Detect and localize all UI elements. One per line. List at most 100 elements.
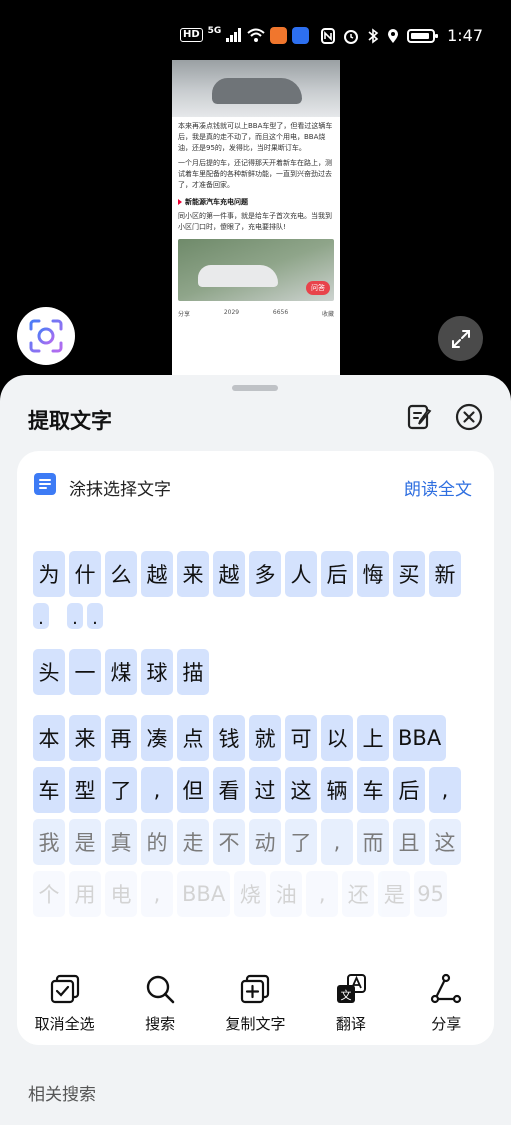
text-chip[interactable]: 了: [105, 767, 137, 813]
text-chip[interactable]: 来: [177, 551, 209, 597]
preview-section-heading: 新能源汽车充电问题: [172, 191, 340, 207]
drag-handle[interactable]: [232, 385, 278, 391]
text-chip[interactable]: 什: [69, 551, 101, 597]
text-chip[interactable]: BBA: [393, 715, 447, 761]
text-chip[interactable]: 人: [285, 551, 317, 597]
text-chip[interactable]: ,: [429, 767, 461, 813]
text-chip[interactable]: 95: [414, 871, 447, 917]
text-chip[interactable]: 钱: [213, 715, 245, 761]
chip-row-5: 车 型 了 , 但 看 过 这 辆 车 后 ,: [33, 767, 483, 813]
text-chip[interactable]: 用: [69, 871, 101, 917]
alarm-icon: [344, 29, 359, 44]
text-chip[interactable]: 越: [213, 551, 245, 597]
translate-button[interactable]: 文 翻译: [303, 961, 398, 1045]
text-chip[interactable]: 这: [429, 819, 461, 865]
text-chip[interactable]: 买: [393, 551, 425, 597]
lens-icon: [29, 319, 63, 353]
text-chip[interactable]: 车: [357, 767, 389, 813]
deselect-all-label: 取消全选: [34, 1015, 95, 1033]
text-chip[interactable]: 越: [141, 551, 173, 597]
text-chip[interactable]: 是: [69, 819, 101, 865]
text-chip[interactable]: 不: [213, 819, 245, 865]
ai-lens-button[interactable]: [17, 307, 75, 365]
copy-text-button[interactable]: 复制文字: [208, 961, 303, 1045]
text-chip[interactable]: 是: [378, 871, 411, 917]
preview-likes[interactable]: 6656: [273, 309, 288, 318]
text-chip[interactable]: 油: [270, 871, 303, 917]
text-chip[interactable]: 辆: [321, 767, 353, 813]
text-chip[interactable]: 过: [249, 767, 281, 813]
text-chip[interactable]: 但: [177, 767, 209, 813]
text-chip[interactable]: 后: [321, 551, 353, 597]
text-chip[interactable]: .: [67, 603, 83, 629]
read-all-button[interactable]: 朗读全文: [404, 475, 472, 500]
deselect-all-button[interactable]: 取消全选: [17, 961, 112, 1045]
text-chip[interactable]: 么: [105, 551, 137, 597]
preview-paragraph-2: 一个月后提的车，还记得那天开着新车在路上，测试着车里配备的各种新鲜功能，一直到兴…: [178, 159, 332, 189]
text-chip[interactable]: 为: [33, 551, 65, 597]
text-chip[interactable]: 新: [429, 551, 461, 597]
text-chip[interactable]: 描: [177, 649, 209, 695]
text-chip[interactable]: .: [33, 603, 49, 629]
text-chip[interactable]: 车: [33, 767, 65, 813]
text-chip[interactable]: 看: [213, 767, 245, 813]
text-chip[interactable]: 悔: [357, 551, 389, 597]
text-chip[interactable]: 头: [33, 649, 65, 695]
text-chip[interactable]: 走: [177, 819, 209, 865]
text-chip[interactable]: 真: [105, 819, 137, 865]
text-chip[interactable]: 煤: [105, 649, 137, 695]
text-chip[interactable]: 就: [249, 715, 281, 761]
preview-favorite[interactable]: 收藏: [322, 309, 334, 318]
preview-action-bar: 分享 2029 6656 收藏: [172, 301, 340, 318]
ask-badge[interactable]: 问答: [306, 281, 330, 295]
car-image-charging: 问答: [178, 239, 334, 301]
text-chip[interactable]: 还: [342, 871, 375, 917]
text-chip[interactable]: 的: [141, 819, 173, 865]
text-chip[interactable]: 凑: [141, 715, 173, 761]
text-chip[interactable]: 我: [33, 819, 65, 865]
text-chip[interactable]: 型: [69, 767, 101, 813]
text-chip[interactable]: ,: [141, 767, 173, 813]
network-label: 5G: [207, 26, 222, 36]
text-chip[interactable]: 本: [33, 715, 65, 761]
close-icon[interactable]: [455, 403, 483, 431]
copy-text-label: 复制文字: [225, 1015, 286, 1033]
search-button[interactable]: 搜索: [113, 961, 208, 1045]
edit-icon[interactable]: [405, 403, 433, 431]
text-selection-card: 涂抹选择文字 朗读全文 为 什 么 越 来 越 多 人 后 悔 买 新 . . …: [17, 451, 494, 1045]
preview-paragraph-1: 本来再凑点钱就可以上BBA车型了，但看过这辆车后，我是真的走不动了，而且这个用电…: [178, 122, 333, 152]
text-chip[interactable]: 可: [285, 715, 317, 761]
text-chip[interactable]: BBA: [177, 871, 231, 917]
battery-icon: [407, 28, 439, 43]
share-button[interactable]: 分享: [399, 961, 494, 1045]
text-chip[interactable]: ,: [141, 871, 173, 917]
preview-share[interactable]: 分享: [178, 309, 190, 318]
text-chip[interactable]: 动: [249, 819, 281, 865]
sheet-title: 提取文字: [28, 409, 112, 433]
text-chip[interactable]: 以: [321, 715, 353, 761]
article-preview[interactable]: 本来再凑点钱就可以上BBA车型了，但看过这辆车后，我是真的走不动了，而且这个用电…: [172, 60, 340, 378]
text-chip[interactable]: 后: [393, 767, 425, 813]
text-chip[interactable]: 一: [69, 649, 101, 695]
text-chip[interactable]: 了: [285, 819, 317, 865]
text-chip[interactable]: 烧: [234, 871, 267, 917]
expand-button[interactable]: [438, 316, 483, 361]
preview-comments[interactable]: 2029: [224, 309, 239, 318]
status-right: 1:47: [321, 26, 483, 45]
text-chip[interactable]: 个: [33, 871, 65, 917]
text-chip[interactable]: ,: [306, 871, 339, 917]
text-chip[interactable]: 来: [69, 715, 101, 761]
text-chip[interactable]: 球: [141, 649, 173, 695]
text-chip[interactable]: .: [87, 603, 103, 629]
text-chip[interactable]: 电: [105, 871, 137, 917]
text-chip[interactable]: 点: [177, 715, 209, 761]
text-chip[interactable]: 上: [357, 715, 389, 761]
text-chip[interactable]: 这: [285, 767, 317, 813]
text-chip[interactable]: 且: [393, 819, 425, 865]
text-chip[interactable]: 多: [249, 551, 281, 597]
chip-row-2: . . .: [33, 603, 483, 629]
text-chip[interactable]: 而: [357, 819, 389, 865]
text-chip[interactable]: ,: [321, 819, 353, 865]
smear-select-label: 涂抹选择文字: [69, 480, 171, 500]
text-chip[interactable]: 再: [105, 715, 137, 761]
